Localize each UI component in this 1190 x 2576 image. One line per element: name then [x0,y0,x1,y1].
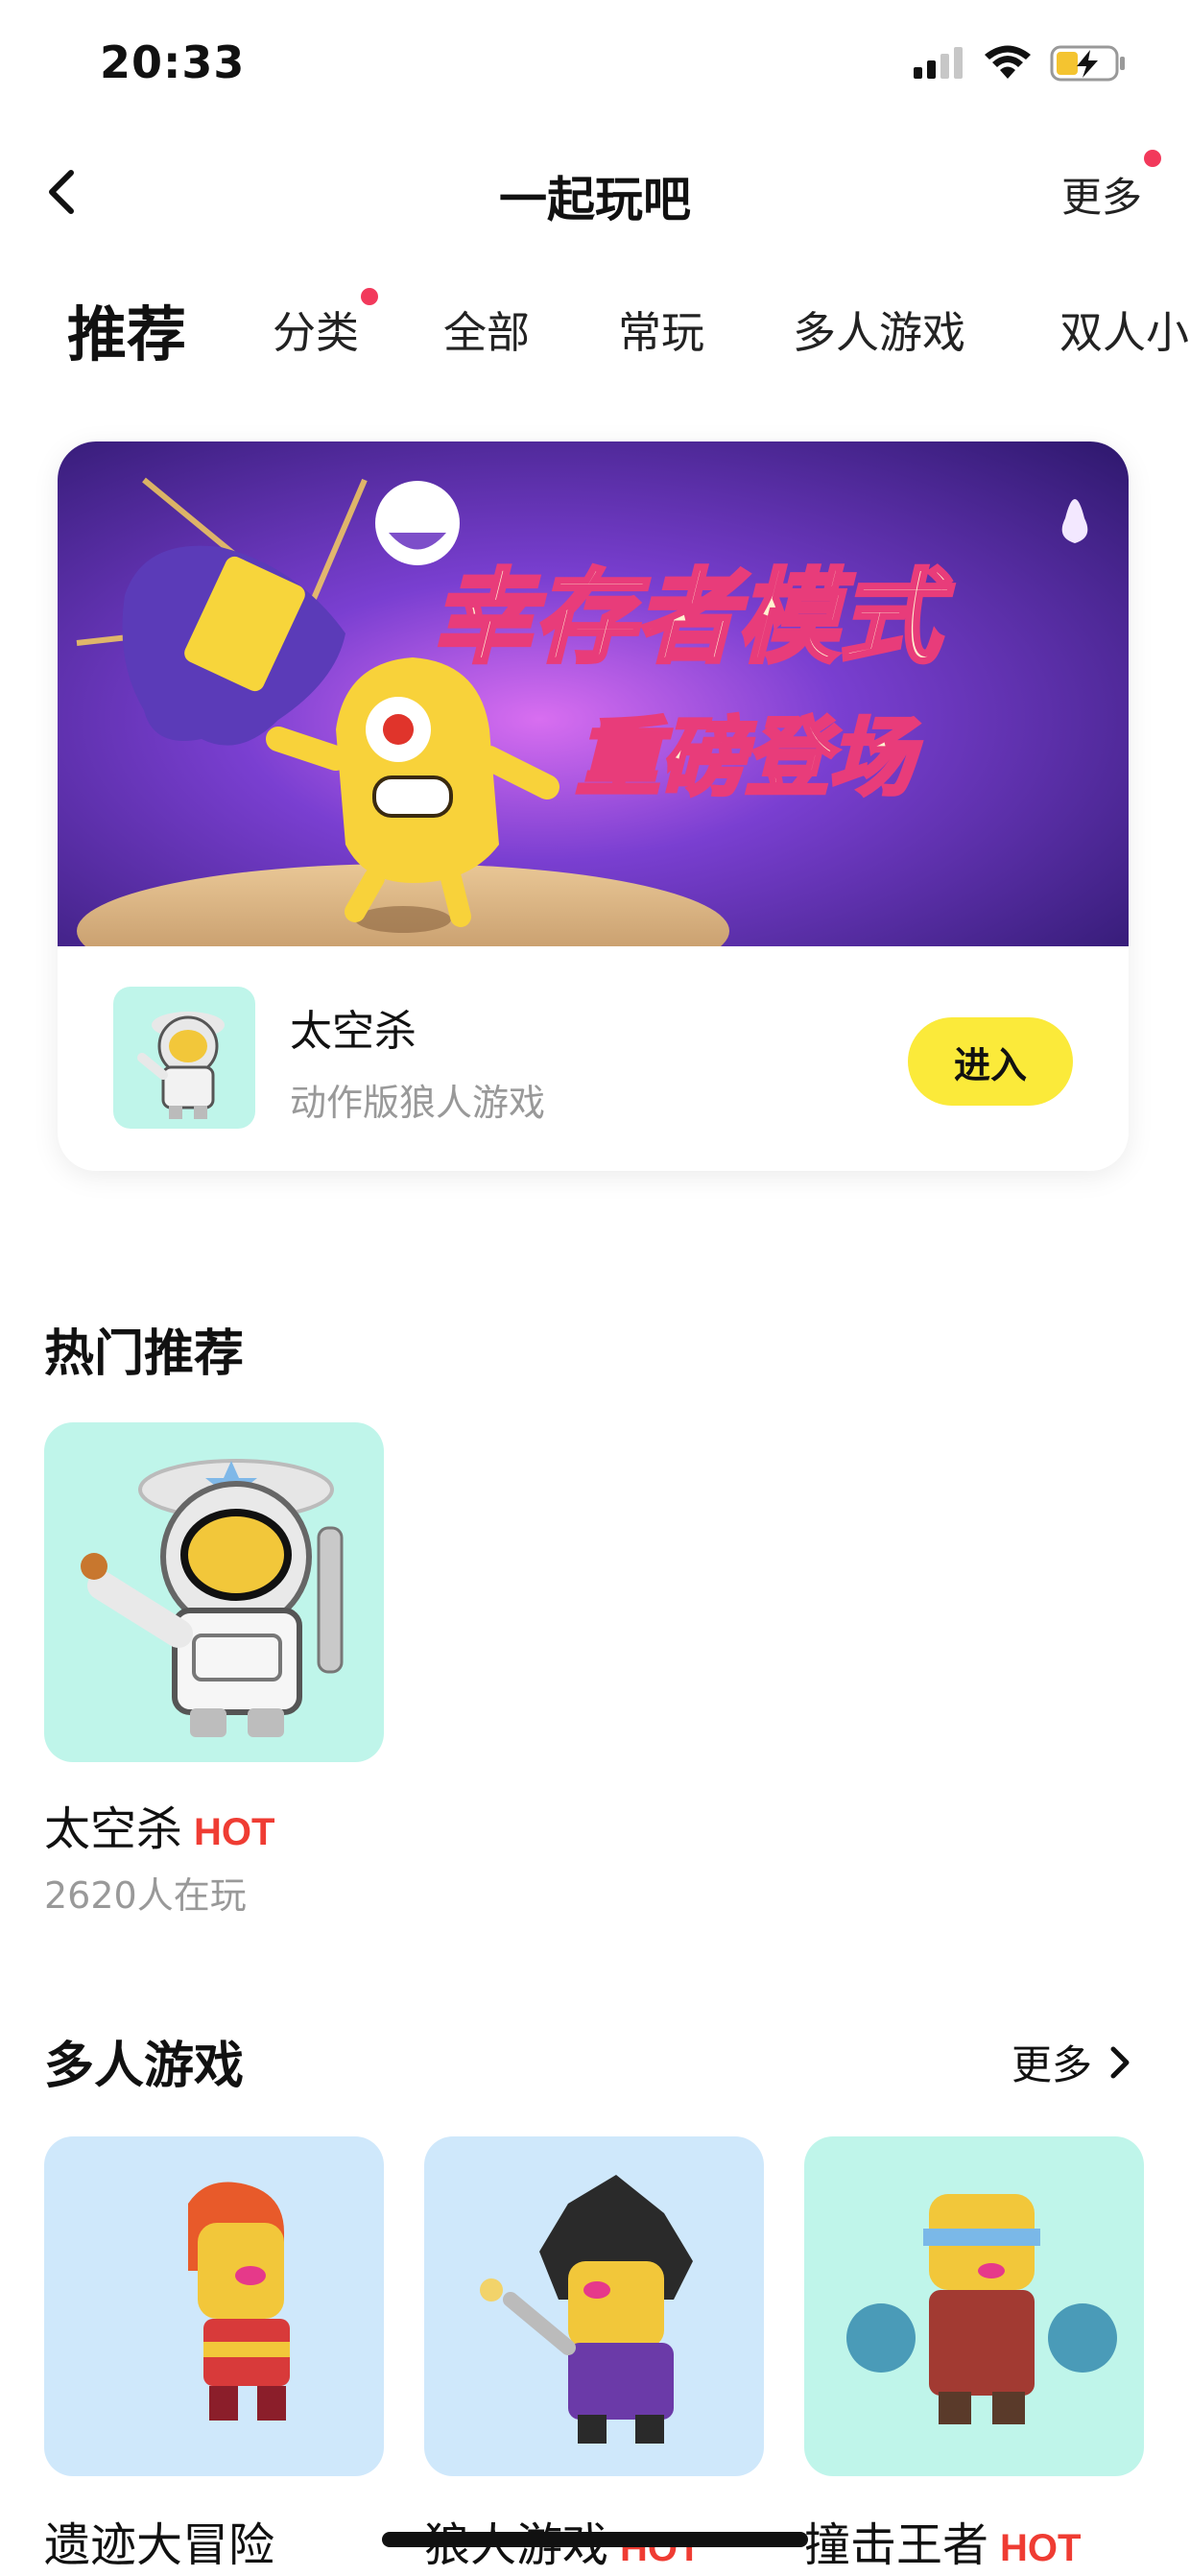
game-title: 撞击王者 [804,2518,989,2572]
hot-badge: HOT [1000,2527,1082,2569]
home-indicator[interactable] [382,2532,808,2547]
multiplayer-more-link[interactable]: 更多 [1012,2033,1132,2091]
multiplayer-section-title: 多人游戏 [44,2038,245,2095]
more-label: 更多 [1011,2041,1092,2088]
adventurer-character-icon [188,2182,290,2421]
game-name-1: 遗迹大冒险 [44,2507,274,2574]
hot-game-name: 太空杀 HOT [44,1791,274,1858]
hot-badge: HOT [194,1811,275,1853]
hot-section-title: 热门推荐 [44,1325,245,1383]
more-button[interactable]: 更多 [1061,165,1142,224]
hot-game-title: 太空杀 [44,1802,183,1856]
werewolf-character-icon [480,2175,693,2444]
page-title: 一起玩吧 [499,172,691,227]
brawler-character-icon [846,2194,1117,2424]
game-tile-clash-king[interactable] [804,2136,1144,2476]
banner-headline-2: 重磅登场 [576,708,921,807]
banner-image[interactable]: 幸存者模式 重磅登场 [58,441,1129,946]
cellular-signal-icon [914,47,963,79]
tab-frequent[interactable]: 常玩 [618,298,704,360]
game-name-3: 撞击王者 HOT [804,2507,1081,2574]
tab-category[interactable]: 分类 [273,298,359,360]
tab-multiplayer[interactable]: 多人游戏 [793,298,965,360]
banner-game-title: 太空杀 [290,1007,416,1056]
banner-game-subtitle: 动作版狼人游戏 [290,1082,546,1124]
game-title: 遗迹大冒险 [44,2518,275,2572]
status-time: 20:33 [100,36,246,88]
category-tabs: 推荐 分类 全部 常玩 多人游戏 双人小 [0,276,1190,382]
nav-bar: 一起玩吧 更多 [0,144,1190,240]
game-tile-werewolf[interactable] [424,2136,764,2476]
banner-headline-1: 幸存者模式 [432,559,954,677]
tab-two-player[interactable]: 双人小 [1059,298,1189,360]
enter-game-button[interactable]: 进入 [908,1017,1073,1106]
tab-category-dot [361,288,378,305]
notification-dot [1144,150,1161,167]
hot-game-tile[interactable] [44,1422,384,1762]
game-tile-relic-adventure[interactable] [44,2136,384,2476]
astronaut-icon [137,1012,225,1119]
tab-all[interactable]: 全部 [443,298,530,360]
featured-banner-card[interactable]: 幸存者模式 重磅登场 太空杀 动作版狼人游戏 进入 [58,441,1129,1171]
battery-charging-icon [1050,45,1125,82]
player-count: 2620人在玩 [44,1874,247,1917]
chevron-right-icon [1110,2046,1130,2078]
status-bar: 20:33 [0,0,1190,125]
wifi-icon [985,45,1031,79]
tab-recommend[interactable]: 推荐 [67,286,186,372]
astronaut-icon [81,1459,344,1737]
game-thumbnail[interactable] [113,987,255,1129]
